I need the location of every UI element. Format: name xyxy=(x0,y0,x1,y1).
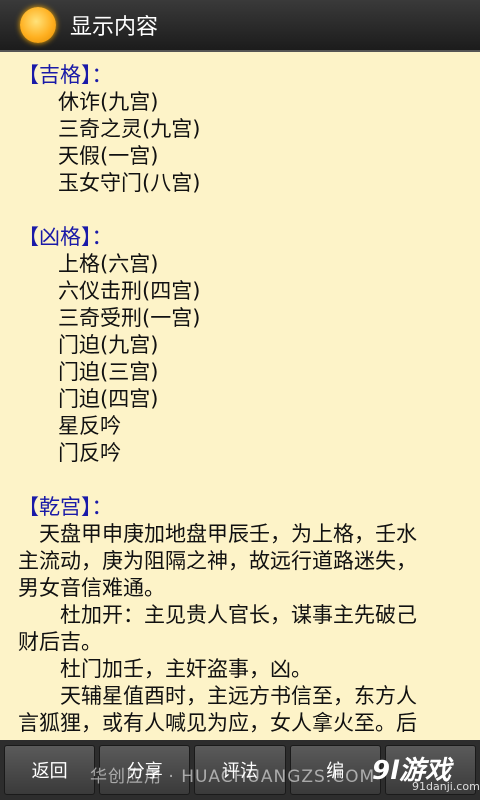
section-heading-jige: 【吉格】： xyxy=(18,63,113,87)
section-heading-qiangong: 【乾宫】： xyxy=(18,495,113,519)
back-button[interactable]: 返回 xyxy=(4,745,96,795)
paragraph-line: 言狐狸，或有人喊见为应，女人拿火至。后 xyxy=(18,711,417,735)
paragraph-line: 杜门加壬，主奸盗事，凶。 xyxy=(60,657,312,681)
list-item: 玉女守门(八宫) xyxy=(58,171,201,195)
list-item: 六仪击刑(四宫) xyxy=(58,279,201,303)
sun-icon xyxy=(20,7,56,43)
paragraph-line: 天盘甲申庚加地盘甲辰壬，为上格，壬水 xyxy=(39,522,417,546)
list-item: 门迫(四宫) xyxy=(58,387,159,411)
list-item: 休诈(九宫) xyxy=(58,90,159,114)
paragraph-line: 杜加开：主见贵人官长，谋事主先破己 xyxy=(60,603,417,627)
watermark: 华创应用 · HUACHUANGZS.COM xyxy=(90,767,376,787)
paragraph-line: 财后吉。 xyxy=(18,630,102,654)
paragraph-line: 天辅星值酉时，主远方书信至，东方人 xyxy=(60,684,417,708)
title-bar: 显示内容 xyxy=(0,0,480,52)
site-logo-url: 91danji.com xyxy=(412,780,480,793)
list-item: 上格(六宫) xyxy=(58,252,159,276)
list-item: 门反吟 xyxy=(58,441,121,465)
page-title: 显示内容 xyxy=(70,15,159,40)
section-heading-xiongge: 【凶格】： xyxy=(18,225,113,249)
paragraph-line: 男女音信难通。 xyxy=(18,576,165,600)
content-area[interactable]: 【吉格】： 休诈(九宫) 三奇之灵(九宫) 天假(一宫) 玉女守门(八宫) 【凶… xyxy=(0,52,480,740)
list-item: 三奇受刑(一宫) xyxy=(58,306,201,330)
list-item: 门迫(九宫) xyxy=(58,333,159,357)
paragraph-line: 主流动，庚为阻隔之神，故远行道路迷失， xyxy=(18,549,417,573)
list-item: 三奇之灵(九宫) xyxy=(58,117,201,141)
list-item: 星反吟 xyxy=(58,414,121,438)
list-item: 门迫(三宫) xyxy=(58,360,159,384)
list-item: 天假(一宫) xyxy=(58,144,159,168)
